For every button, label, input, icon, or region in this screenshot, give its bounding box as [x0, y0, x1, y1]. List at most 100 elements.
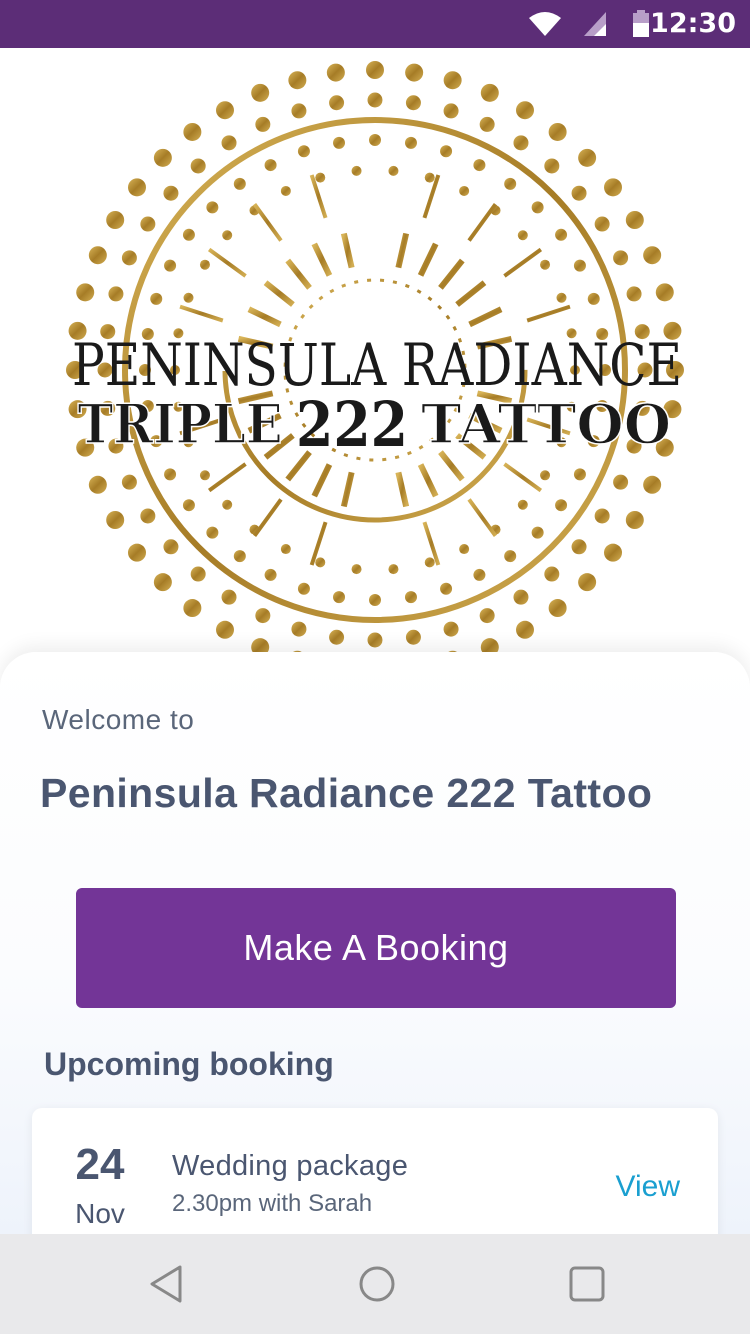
- logo-ray: [395, 232, 410, 269]
- logo-dot: [108, 286, 124, 302]
- logo-dot: [555, 499, 568, 512]
- logo-dot: [531, 526, 544, 539]
- logo-dot: [573, 468, 586, 481]
- booking-details: 2.30pm with Sarah: [172, 1190, 373, 1217]
- logo-ray: [438, 450, 465, 482]
- logo-dot: [190, 158, 206, 174]
- logo-dot: [440, 582, 453, 595]
- logo-dot: [517, 499, 528, 510]
- logo-dot: [479, 608, 495, 624]
- business-name: Peninsula Radiance 222 Tattoo: [40, 770, 653, 816]
- logo-dot: [297, 582, 310, 595]
- logo-ray: [395, 471, 410, 508]
- logo-dot: [424, 557, 435, 568]
- logo-dot: [459, 185, 470, 196]
- logo-dot: [513, 135, 529, 151]
- upcoming-booking-heading: Upcoming booking: [44, 1046, 334, 1082]
- logo-dot: [424, 172, 435, 183]
- logo-dot: [571, 185, 587, 201]
- logo-dot: [88, 246, 107, 265]
- logo-spoke: [252, 498, 283, 538]
- logo-dot: [140, 216, 156, 232]
- logo-dot: [183, 599, 202, 618]
- logo-dot: [613, 474, 629, 490]
- logo-dot: [164, 259, 177, 272]
- logo-dot: [571, 539, 587, 555]
- logo-dot: [121, 250, 137, 266]
- logo-dot: [216, 101, 234, 120]
- logo-dot: [264, 568, 277, 581]
- welcome-label: Welcome to: [42, 704, 195, 735]
- logo-dot: [479, 116, 495, 132]
- logo-dot: [480, 83, 499, 102]
- logo-dot: [626, 286, 642, 302]
- logo-dot: [369, 594, 381, 606]
- battery-icon: [632, 10, 650, 43]
- logo-dot: [199, 259, 210, 270]
- business-logo: PENINSULA RADIANCE TRIPLE 222 TATTOO: [0, 48, 750, 668]
- logo-dot: [164, 468, 177, 481]
- logo-dot: [183, 122, 202, 141]
- logo-dot: [604, 543, 623, 562]
- logo-ray: [417, 242, 439, 277]
- back-icon[interactable]: [142, 1259, 192, 1309]
- logo-dot: [216, 620, 234, 639]
- logo-dot: [613, 250, 629, 266]
- logo-dot: [594, 216, 610, 232]
- logo-dot: [163, 539, 179, 555]
- wifi-icon: [528, 10, 562, 43]
- logo-dot: [459, 544, 470, 555]
- view-booking-link[interactable]: View: [616, 1170, 680, 1204]
- logo-dot: [655, 283, 674, 302]
- logo-spoke: [207, 247, 247, 278]
- booking-card[interactable]: 24 Nov Wedding package 2.30pm with Sarah…: [32, 1108, 718, 1234]
- logo-ray: [285, 258, 312, 290]
- logo-spoke: [526, 304, 571, 323]
- logo-dot: [405, 95, 421, 111]
- logo-dot: [351, 564, 362, 575]
- make-booking-button[interactable]: Make A Booking: [76, 888, 676, 1008]
- logo-dot: [280, 185, 291, 196]
- logo-dot: [315, 172, 326, 183]
- logo-dot: [264, 159, 277, 172]
- logo-dot: [326, 63, 345, 82]
- logo-dot: [473, 159, 486, 172]
- logo-dot: [513, 589, 529, 605]
- logo-dot: [369, 134, 381, 146]
- logo-dot: [531, 201, 544, 214]
- logo-ray: [417, 463, 439, 498]
- logo-dot: [404, 591, 417, 604]
- logo-spoke: [207, 462, 247, 493]
- logo-dot: [548, 599, 567, 618]
- logo-dot: [556, 292, 567, 303]
- logo-spoke: [503, 247, 543, 278]
- logo-dot: [604, 178, 623, 197]
- logo-spoke: [503, 462, 543, 493]
- logo-dot: [163, 185, 179, 201]
- logo-dot: [221, 589, 237, 605]
- home-icon[interactable]: [352, 1259, 402, 1309]
- logo-dot: [190, 566, 206, 582]
- system-navigation-bar: [0, 1234, 750, 1334]
- logo-dot: [255, 116, 271, 132]
- logo-dot: [594, 508, 610, 524]
- recents-icon[interactable]: [562, 1259, 612, 1309]
- logo-dot: [206, 201, 219, 214]
- logo-dot: [573, 259, 586, 272]
- logo-ray: [468, 306, 503, 328]
- logo-dot: [544, 158, 560, 174]
- logo-spoke: [179, 304, 224, 323]
- logo-dot: [127, 543, 146, 562]
- logo-line2-right: TATTOO: [421, 392, 671, 456]
- logo-dot: [516, 620, 534, 639]
- logo-line2-left: TRIPLE: [78, 392, 283, 456]
- logo-spoke: [467, 202, 498, 242]
- logo-dot: [578, 148, 597, 167]
- logo-dot: [106, 511, 125, 529]
- logo-dot: [329, 95, 345, 111]
- booking-day: 24: [75, 1140, 125, 1189]
- logo-ray: [340, 471, 355, 508]
- logo-dot: [443, 621, 459, 637]
- welcome-card: Welcome to Peninsula Radiance 222 Tattoo…: [0, 652, 750, 1234]
- logo-dot: [625, 511, 644, 529]
